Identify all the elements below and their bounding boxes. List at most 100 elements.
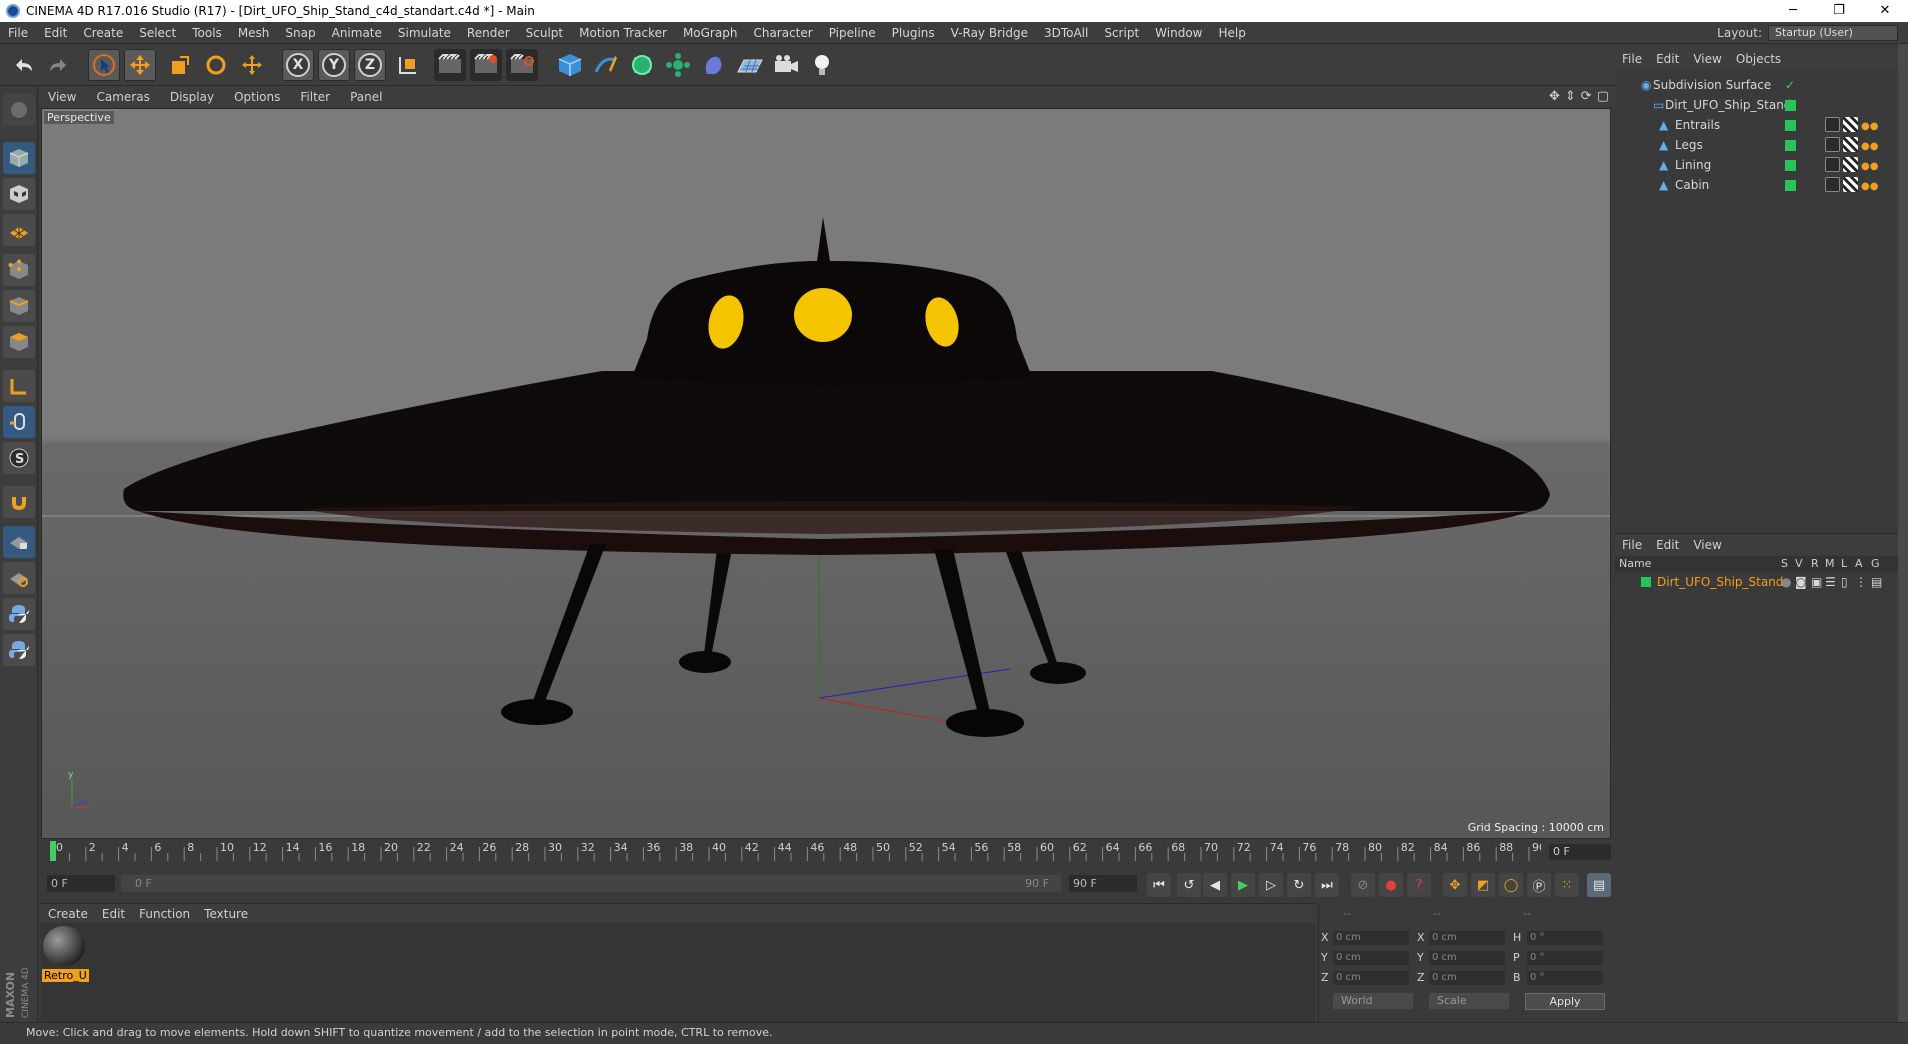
previous-key-icon[interactable]: ↺ (1177, 873, 1201, 897)
material-menu-create[interactable]: Create (41, 907, 95, 921)
objects-menu-edit[interactable]: Edit (1649, 52, 1686, 66)
tweak-mode-icon[interactable] (3, 406, 35, 438)
texture-mode-icon[interactable] (3, 178, 35, 210)
object-row-entrails[interactable]: ▲ Entrails ●● (1615, 115, 1898, 135)
layer-visible-icon[interactable]: ◙ (1795, 572, 1807, 592)
workplane-mode-icon[interactable] (3, 214, 35, 246)
rot-p-field[interactable]: 0 ° (1527, 951, 1603, 965)
rot-b-field[interactable]: 0 ° (1527, 971, 1603, 985)
menu-pipeline[interactable]: Pipeline (821, 22, 884, 44)
3d-viewport[interactable]: Perspective y Grid Spacing : 10000 cm (41, 108, 1611, 839)
record-rotation-icon[interactable]: ◯ (1499, 873, 1523, 897)
record-scale-icon[interactable]: ◩ (1471, 873, 1495, 897)
deformer-icon[interactable] (698, 49, 730, 81)
go-to-end-icon[interactable]: ⏭ (1315, 873, 1339, 897)
menu-3dtoall[interactable]: 3DToAll (1036, 22, 1096, 44)
render-view-icon[interactable] (434, 49, 466, 81)
layout-dropdown[interactable]: Startup (User) (1768, 25, 1898, 41)
viewport-menu-options[interactable]: Options (224, 90, 290, 104)
size-mode-select[interactable]: Scale (1429, 993, 1509, 1009)
snap-magnet-icon[interactable] (3, 486, 35, 518)
spline-pen-icon[interactable] (590, 49, 622, 81)
object-row-lining[interactable]: ▲ Lining ●● (1615, 155, 1898, 175)
solo-mode-icon[interactable]: S (3, 442, 35, 474)
object-row-legs[interactable]: ▲ Legs ●● (1615, 135, 1898, 155)
layers-menu-view[interactable]: View (1686, 538, 1728, 552)
close-button[interactable]: ✕ (1862, 0, 1908, 22)
keyframe-selection-icon[interactable]: ? (1407, 873, 1431, 897)
axis-mode-icon[interactable] (3, 370, 35, 402)
maximize-view-icon[interactable]: ▢ (1597, 89, 1609, 104)
phong-tag-icon[interactable] (1825, 117, 1840, 132)
menu-select[interactable]: Select (131, 22, 184, 44)
cube-primitive-icon[interactable] (554, 49, 586, 81)
menu-sculpt[interactable]: Sculpt (518, 22, 571, 44)
next-key-icon[interactable]: ↻ (1287, 873, 1311, 897)
objects-menu-view[interactable]: View (1686, 52, 1728, 66)
viewport-menu-view[interactable]: View (38, 90, 86, 104)
object-row-subdivision-surface[interactable]: ◉ Subdivision Surface ✓ (1615, 75, 1898, 95)
pos-z-field[interactable]: 0 cm (1333, 971, 1409, 985)
restore-button[interactable]: ❐ (1816, 0, 1862, 22)
menu-plugins[interactable]: Plugins (884, 22, 943, 44)
material-name[interactable]: Retro_U (42, 969, 89, 982)
rotate-view-icon[interactable]: ⟳ (1581, 89, 1592, 104)
preview-range-slider[interactable]: 0 F 90 F (121, 875, 1061, 892)
viewport-menu-cameras[interactable]: Cameras (86, 90, 159, 104)
material-menu-function[interactable]: Function (132, 907, 197, 921)
layer-animation-icon[interactable]: ⋮ (1855, 572, 1867, 592)
size-y-field[interactable]: 0 cm (1429, 951, 1505, 965)
material-tag-icon[interactable]: ●● (1861, 117, 1878, 132)
transform-tool-icon[interactable] (236, 49, 268, 81)
viewport-menu-filter[interactable]: Filter (290, 90, 340, 104)
menu-script[interactable]: Script (1096, 22, 1147, 44)
phong-tag-icon[interactable] (1825, 137, 1840, 152)
material-menu-texture[interactable]: Texture (197, 907, 255, 921)
menu-vray-bridge[interactable]: V-Ray Bridge (943, 22, 1036, 44)
python-script-2-icon[interactable] (3, 634, 35, 666)
layer-lock-icon[interactable]: ▯ (1841, 572, 1848, 592)
undo-icon[interactable] (8, 49, 40, 81)
coordinate-mode-select[interactable]: World (1333, 993, 1413, 1009)
object-row-cabin[interactable]: ▲ Cabin ●● (1615, 175, 1898, 195)
coordinate-system-icon[interactable] (392, 49, 424, 81)
camera-icon[interactable] (770, 49, 802, 81)
layer-row[interactable]: Dirt_UFO_Ship_Stand ● ◙ ▣ ☰ ▯ ⋮ ▤ (1615, 572, 1898, 592)
scale-tool-icon[interactable] (164, 49, 196, 81)
redo-icon[interactable] (42, 49, 74, 81)
menu-file[interactable]: File (0, 22, 36, 44)
menu-window[interactable]: Window (1147, 22, 1210, 44)
object-row-ufo-ship-stand[interactable]: ▭ Dirt_UFO_Ship_Stand (1615, 95, 1898, 115)
live-selection-icon[interactable] (88, 49, 120, 81)
next-frame-icon[interactable]: ▷ (1259, 873, 1283, 897)
material-tag-icon[interactable]: ●● (1861, 157, 1878, 172)
layer-color-tag[interactable] (1785, 160, 1796, 171)
python-script-icon[interactable] (3, 598, 35, 630)
menu-help[interactable]: Help (1210, 22, 1253, 44)
timeline-ruler[interactable]: 0 2 4 6 8 10 12 14 16 18 20 22 24 26 28 30 32 34 36 38 40 42 4… (41, 839, 1615, 865)
pan-view-icon[interactable]: ✥ (1549, 89, 1560, 104)
menu-mesh[interactable]: Mesh (230, 22, 278, 44)
edges-mode-icon[interactable] (3, 290, 35, 322)
rotate-tool-icon[interactable] (200, 49, 232, 81)
current-frame-field[interactable]: 0 F (47, 875, 115, 892)
layers-menu-edit[interactable]: Edit (1649, 538, 1686, 552)
layer-color-tag[interactable] (1785, 140, 1796, 151)
phong-tag-icon[interactable] (1825, 177, 1840, 192)
material-preview-ball[interactable] (43, 926, 85, 966)
layer-solo-toggle[interactable]: ● (1781, 572, 1791, 592)
viewport-menu-display[interactable]: Display (160, 90, 224, 104)
timeline-frame-field[interactable]: 0 F (1549, 844, 1611, 860)
size-x-field[interactable]: 0 cm (1429, 931, 1505, 945)
apply-button[interactable]: Apply (1525, 993, 1605, 1010)
menu-mograph[interactable]: MoGraph (675, 22, 746, 44)
menu-edit[interactable]: Edit (36, 22, 75, 44)
menu-animate[interactable]: Animate (324, 22, 390, 44)
z-axis-lock-button[interactable]: Z (354, 49, 386, 81)
viewport-menu-panel[interactable]: Panel (340, 90, 392, 104)
layer-color-tag[interactable] (1785, 180, 1796, 191)
rot-h-field[interactable]: 0 ° (1527, 931, 1603, 945)
texture-tag-icon[interactable] (1843, 157, 1858, 172)
subdivision-surface-icon[interactable] (626, 49, 658, 81)
pos-y-field[interactable]: 0 cm (1333, 951, 1409, 965)
